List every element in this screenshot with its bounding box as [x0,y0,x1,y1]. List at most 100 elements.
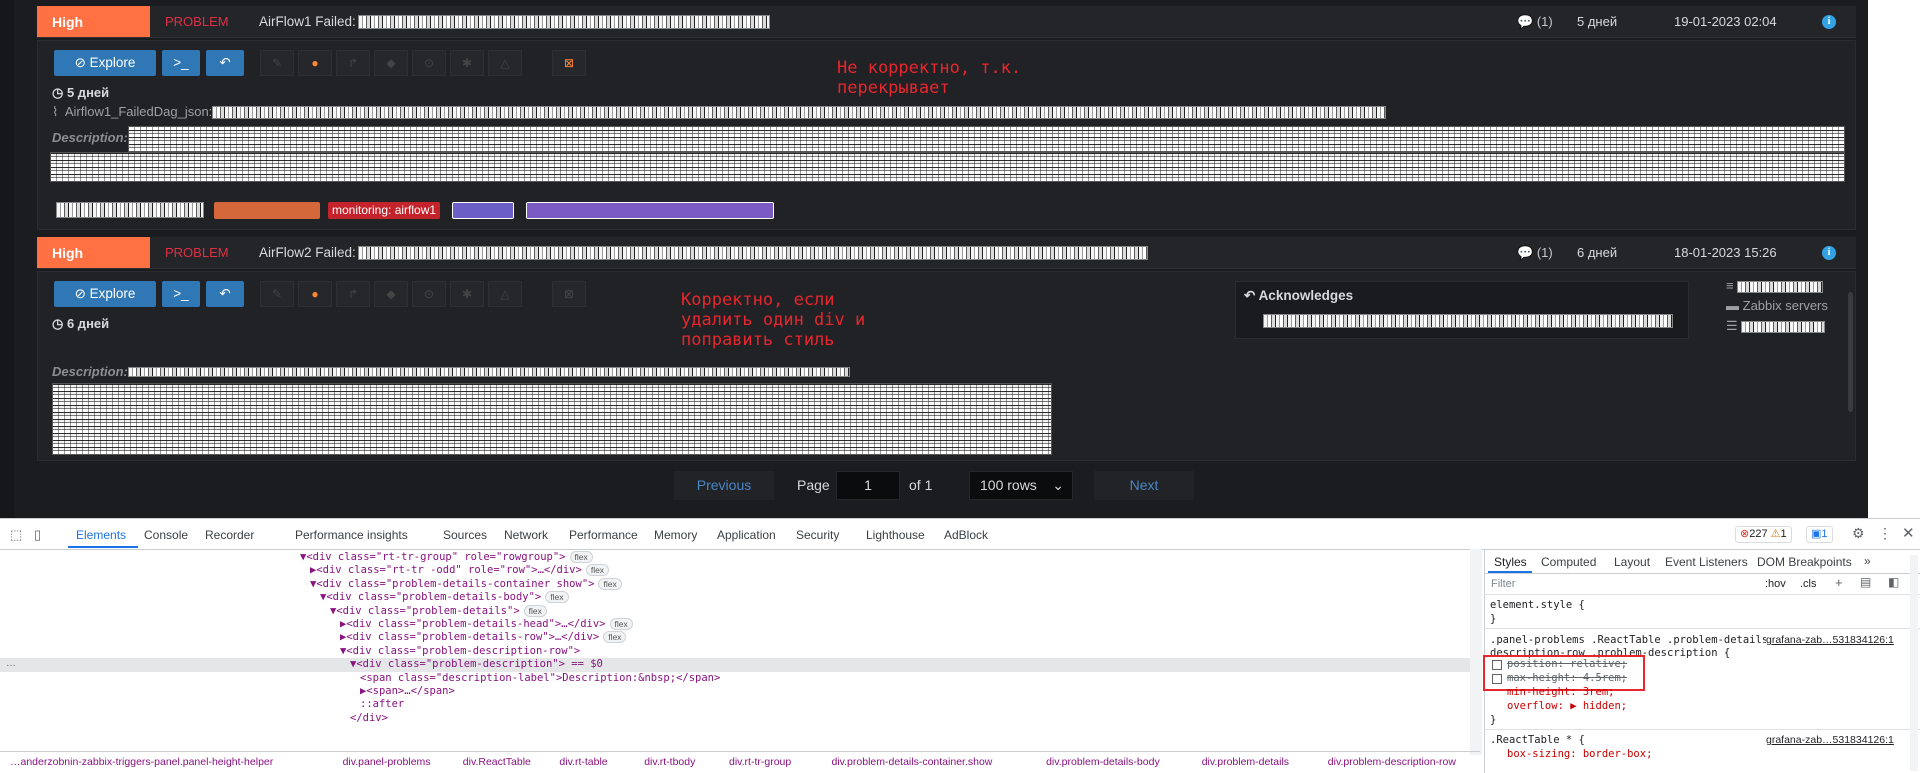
styles-scrollbar[interactable] [1910,555,1918,771]
acknowledge-button[interactable]: ↶ [206,281,244,307]
dom-node-line[interactable]: ::after [0,698,1470,711]
sidebar-toggle-icon[interactable]: ◧ [1888,575,1899,589]
more-tabs-icon[interactable]: » [1864,554,1871,568]
dom-scrollbar[interactable] [1470,549,1482,755]
tab-computed[interactable]: Computed [1541,555,1596,569]
fire-icon[interactable]: ● [298,50,332,76]
rule-source-link[interactable]: grafana-zab…531834126:1 [1766,634,1894,646]
property-checkbox[interactable] [1492,660,1502,670]
cls-toggle[interactable]: .cls [1800,578,1817,590]
tab-event-listeners[interactable]: Event Listeners [1665,555,1748,569]
flex-badge[interactable]: flex [609,618,633,630]
close-box-icon[interactable]: ⊠ [552,50,586,76]
dom-node-line[interactable]: ▼<div class="problem-description-row"> [0,645,1470,658]
rows-select[interactable]: 100 rows ⌄ [969,471,1073,500]
tab-security[interactable]: Security [796,528,839,542]
flex-badge[interactable]: flex [585,564,610,577]
breadcrumb-item[interactable]: div.rt-table [559,756,607,768]
tab-sources[interactable]: Sources [443,528,487,542]
dom-node-line[interactable]: ▶<div class="problem-details-head">…</di… [0,618,1470,631]
comments-count[interactable]: 💬 (1) [1517,6,1553,38]
breadcrumb-item[interactable]: div.problem-description-row [1328,756,1456,768]
breadcrumb-item[interactable]: div.rt-tr-group [729,756,791,768]
gear-icon[interactable]: ⚙ [1852,525,1865,542]
tag-redacted[interactable] [452,202,514,219]
device-toggle-icon[interactable]: ▯ [34,527,41,543]
breadcrumb-item[interactable]: div.problem-details [1202,756,1289,768]
tag-redacted[interactable] [214,202,320,219]
scrollbar[interactable] [1848,292,1853,412]
wrench-icon[interactable]: ✎ [260,281,294,307]
dom-node-line[interactable]: ▼<div class="rt-tr-group" role="rowgroup… [0,551,1470,564]
link-icon[interactable]: ⊙ [412,50,446,76]
tag-redacted[interactable] [526,202,774,219]
tab-memory[interactable]: Memory [654,528,697,542]
more-icon[interactable]: ⋮ [1878,525,1892,542]
breadcrumb-item[interactable]: …anderzobnin-zabbix-triggers-panel.panel… [10,756,273,768]
tab-elements[interactable]: Elements [76,528,126,542]
tab-lighthouse[interactable]: Lighthouse [866,528,925,542]
comments-count[interactable]: 💬 (1) [1517,237,1553,269]
hov-toggle[interactable]: :hov [1765,578,1786,590]
breadcrumb-item[interactable]: div.rt-tbody [644,756,695,768]
paint-icon[interactable]: ▤ [1860,575,1871,589]
flex-badge[interactable]: flex [598,577,622,590]
close-icon[interactable]: ✕ [1902,524,1915,542]
property-checkbox[interactable] [1492,674,1502,684]
breadcrumb-item[interactable]: div.problem-details-container.show [832,756,993,768]
filter-input[interactable]: Filter [1491,578,1515,590]
flex-badge[interactable]: flex [569,551,593,563]
flex-badge[interactable]: flex [545,591,569,604]
terminal-button[interactable]: >_ [162,50,200,76]
problem-name[interactable]: AirFlow2 Failed: [259,237,1148,269]
dom-node-line[interactable]: ▶<span>…</span> [0,685,1470,698]
tab-console[interactable]: Console [144,528,188,542]
acknowledge-button[interactable]: ↶ [206,50,244,76]
warning-icon[interactable]: △ [488,50,522,76]
tab-application[interactable]: Application [717,528,776,542]
gear-icon[interactable]: ✱ [450,281,484,307]
arrow-icon[interactable]: ↱ [336,281,370,307]
wrench-icon[interactable]: ✎ [260,50,294,76]
property-box-sizing[interactable]: box-sizing: border-box; [1507,748,1652,760]
tab-network[interactable]: Network [504,528,548,542]
problem-row[interactable]: High PROBLEM AirFlow2 Failed: 💬 (1) 6 дн… [37,237,1856,269]
breadcrumb-item[interactable]: div.problem-details-body [1046,756,1160,768]
dom-node-line[interactable]: ▶<div class="problem-details-row">…</div… [0,631,1470,644]
dom-node-line[interactable]: ▼<div class="problem-details-body"> flex [0,591,1470,604]
dom-node-line[interactable]: </div> [0,712,1470,725]
property-max-height[interactable]: max-height: 4.5rem; [1507,672,1627,684]
tag-icon[interactable]: ◆ [374,281,408,307]
warning-icon[interactable]: △ [488,281,522,307]
tab-dom-breakpoints[interactable]: DOM Breakpoints [1757,555,1852,569]
property-overflow[interactable]: overflow: ▶ hidden; [1507,700,1627,712]
rule-source-link[interactable]: grafana-zab…531834126:1 [1766,734,1894,746]
tag-monitoring[interactable]: monitoring: airflow1 [328,202,441,219]
link-icon[interactable]: ⊙ [412,281,446,307]
property-position[interactable]: position: relative; [1507,658,1627,670]
tab-performance[interactable]: Performance [569,528,638,542]
messages-counter[interactable]: ▣1 [1806,526,1833,543]
add-rule-icon[interactable]: + [1835,575,1843,590]
tab-adblock[interactable]: AdBlock [944,528,988,542]
previous-button[interactable]: Previous [674,471,774,500]
tab-layout[interactable]: Layout [1614,555,1650,569]
more-icon[interactable]: … [6,658,16,669]
dom-node-line[interactable]: <span class="description-label">Descript… [0,672,1470,685]
property-min-height[interactable]: min-height: 3rem; [1507,686,1614,698]
terminal-button[interactable]: >_ [162,281,200,307]
tag-redacted[interactable] [56,202,204,218]
tag-icon[interactable]: ◆ [374,50,408,76]
dom-node-line[interactable]: ▼<div class="problem-details-container s… [0,577,1470,591]
close-box-icon[interactable]: ⊠ [552,281,586,307]
tab-recorder[interactable]: Recorder [205,528,254,542]
fire-icon[interactable]: ● [298,281,332,307]
explore-button[interactable]: ⊘ Explore [54,50,156,76]
tab-styles[interactable]: Styles [1494,555,1527,569]
info-icon[interactable]: i [1822,15,1836,29]
breadcrumb-item[interactable]: div.panel-problems [343,756,431,768]
tab-performance-insights[interactable]: Performance insights [295,528,408,542]
page-scrollbar-gutter[interactable] [1868,0,1920,518]
info-icon[interactable]: i [1822,246,1836,260]
problem-name[interactable]: AirFlow1 Failed: [259,6,770,38]
